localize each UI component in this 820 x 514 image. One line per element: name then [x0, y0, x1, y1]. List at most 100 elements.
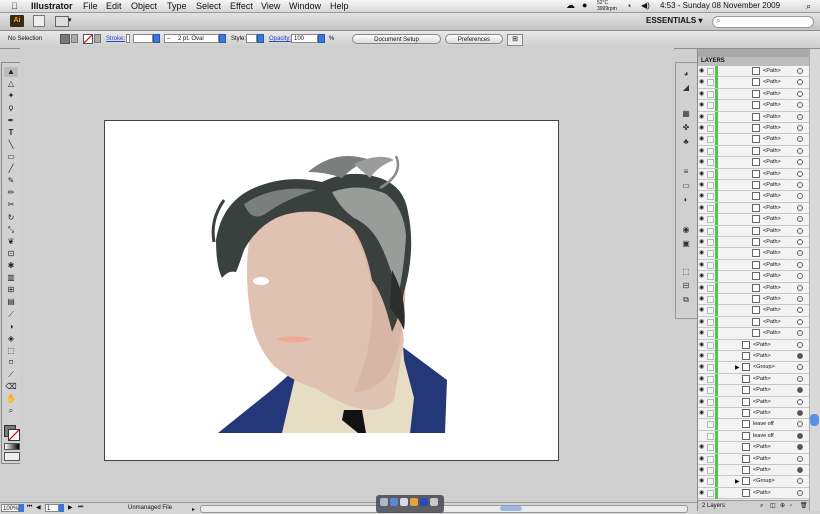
layer-row[interactable]: ◉ <Path> [698, 316, 810, 329]
lock-toggle[interactable] [707, 261, 714, 269]
volume-icon[interactable]: ◀) [641, 1, 650, 10]
target-circle-icon[interactable] [797, 159, 803, 166]
visibility-eye-icon[interactable]: ◉ [699, 319, 706, 326]
type-tool-icon[interactable]: T [4, 128, 18, 138]
target-circle-icon[interactable] [797, 432, 803, 439]
visibility-eye-icon[interactable]: ◉ [699, 193, 706, 200]
menu-type[interactable]: Type [167, 1, 187, 11]
target-circle-icon[interactable] [797, 410, 803, 416]
safari-icon[interactable] [390, 498, 398, 506]
visibility-eye-icon[interactable]: ◉ [699, 182, 706, 189]
target-circle-icon[interactable] [797, 261, 803, 268]
lock-toggle[interactable] [707, 216, 714, 224]
lock-toggle[interactable] [707, 170, 714, 178]
prev-artboard-icon[interactable]: ◀ [36, 504, 41, 511]
lock-toggle[interactable] [707, 193, 714, 201]
layer-row[interactable]: leave off [698, 419, 810, 431]
lock-toggle[interactable] [707, 478, 714, 486]
layers-panel-tab[interactable]: LAYERS [698, 57, 810, 66]
lock-toggle[interactable] [707, 353, 714, 360]
target-circle-icon[interactable] [797, 113, 803, 120]
layer-row[interactable]: ◉ <Path> [698, 442, 810, 454]
target-circle-icon[interactable] [797, 125, 803, 131]
target-circle-icon[interactable] [797, 387, 803, 394]
color-mode-icon[interactable] [4, 443, 20, 450]
visibility-eye-icon[interactable]: ◉ [699, 125, 706, 132]
cloud-icon[interactable]: ☁ [566, 0, 575, 11]
visibility-eye-icon[interactable]: ◉ [699, 410, 706, 417]
zoom-dropdown[interactable] [19, 504, 24, 512]
warp-tool-icon[interactable]: ❦ [4, 237, 18, 247]
menu-effect[interactable]: Effect [230, 1, 253, 11]
opacity-label[interactable]: Opacity: [269, 36, 291, 42]
transparency-panel-icon[interactable]: ◐ [680, 195, 692, 205]
target-circle-icon[interactable] [797, 455, 803, 462]
lock-toggle[interactable] [707, 398, 714, 406]
new-sublayer-icon[interactable]: ⊕ [780, 501, 785, 512]
chevron-down-icon[interactable]: ▾ [68, 16, 72, 24]
layer-row[interactable]: ◉ <Path> [698, 66, 810, 78]
layer-row[interactable]: ◉ <Path> [698, 271, 810, 283]
visibility-eye-icon[interactable]: ◉ [699, 490, 706, 497]
layer-row[interactable]: ◉ <Path> [698, 202, 810, 215]
layer-row[interactable]: ◉ <Path> [698, 465, 810, 477]
menu-file[interactable]: File [83, 1, 98, 11]
menu-object[interactable]: Object [131, 1, 157, 11]
visibility-eye-icon[interactable]: ◉ [699, 148, 706, 155]
visibility-eye-icon[interactable]: ◉ [699, 296, 706, 303]
gradient-tool-icon[interactable]: ▤ [4, 297, 18, 307]
target-circle-icon[interactable] [797, 353, 803, 359]
pen-tool-icon[interactable]: ✒ [4, 116, 18, 126]
stroke-label[interactable]: Stroke: [106, 36, 125, 42]
horizontal-scrollbar[interactable] [200, 505, 688, 513]
zoom-tool-icon[interactable]: ⌕ [4, 406, 18, 416]
slice-tool-icon[interactable]: ⟋ [4, 370, 18, 380]
stroke-stepper[interactable] [126, 34, 130, 43]
illustrator-icon[interactable] [410, 498, 418, 506]
brushes-panel-icon[interactable]: ✤ [680, 123, 692, 133]
zoom-level-input[interactable]: 100% [1, 504, 19, 512]
lock-toggle[interactable] [707, 273, 714, 281]
lock-toggle[interactable] [707, 125, 714, 132]
visibility-eye-icon[interactable]: ◉ [699, 205, 706, 212]
layers-scrollbar[interactable] [809, 49, 820, 511]
target-circle-icon[interactable] [797, 216, 803, 223]
hand-tool-icon[interactable]: ✋ [4, 394, 18, 404]
layer-row[interactable]: ◉ <Path> [698, 294, 810, 306]
rectangle-tool-icon[interactable]: ▭ [4, 152, 18, 162]
target-circle-icon[interactable] [797, 193, 803, 200]
scissors-tool-icon[interactable]: ✂ [4, 200, 18, 210]
pathfinder-panel-icon[interactable]: ⧉ [680, 295, 692, 305]
visibility-eye-icon[interactable] [699, 433, 706, 440]
visibility-eye-icon[interactable]: ◉ [699, 285, 706, 292]
target-circle-icon[interactable] [797, 421, 803, 428]
target-circle-icon[interactable] [797, 273, 803, 280]
lock-toggle[interactable] [707, 227, 714, 235]
lock-toggle[interactable] [707, 204, 714, 212]
column-graph-tool-icon[interactable]: ▥ [4, 273, 18, 283]
menu-view[interactable]: View [261, 1, 280, 11]
lock-toggle[interactable] [707, 432, 714, 440]
target-circle-icon[interactable] [797, 478, 803, 485]
locate-object-icon[interactable]: ⌕ [760, 501, 763, 512]
layers-list[interactable]: ◉ <Path> ◉ <Path> ◉ <Path> ◉ <Path> ◉ <Path> ◉ <Pat… [698, 66, 810, 500]
finder-icon[interactable] [380, 498, 388, 506]
visibility-eye-icon[interactable]: ◉ [699, 136, 706, 143]
artboard-number-input[interactable]: 1 [45, 504, 59, 512]
layer-row[interactable]: ◉ <Path> [698, 396, 810, 408]
layer-row[interactable]: leave off [698, 430, 810, 443]
target-circle-icon[interactable] [797, 467, 803, 473]
style-dropdown[interactable] [257, 34, 264, 43]
layers-scroll-thumb[interactable] [810, 414, 819, 426]
color-panel-icon[interactable]: ◕ [680, 69, 692, 79]
layer-row[interactable]: ◉ ▶ <Group> [698, 362, 810, 374]
visibility-eye-icon[interactable]: ◉ [699, 342, 706, 349]
symbol-sprayer-tool-icon[interactable]: ✱ [4, 261, 18, 271]
visibility-eye-icon[interactable]: ◉ [699, 330, 706, 337]
artboard-tool-icon[interactable]: ⌑ [4, 358, 18, 368]
layer-row[interactable]: ◉ <Path> [698, 225, 810, 237]
lock-toggle[interactable] [707, 79, 714, 87]
visibility-eye-icon[interactable]: ◉ [699, 467, 706, 474]
delete-layer-icon[interactable]: 🗑 [800, 501, 808, 512]
lock-toggle[interactable] [707, 364, 714, 372]
